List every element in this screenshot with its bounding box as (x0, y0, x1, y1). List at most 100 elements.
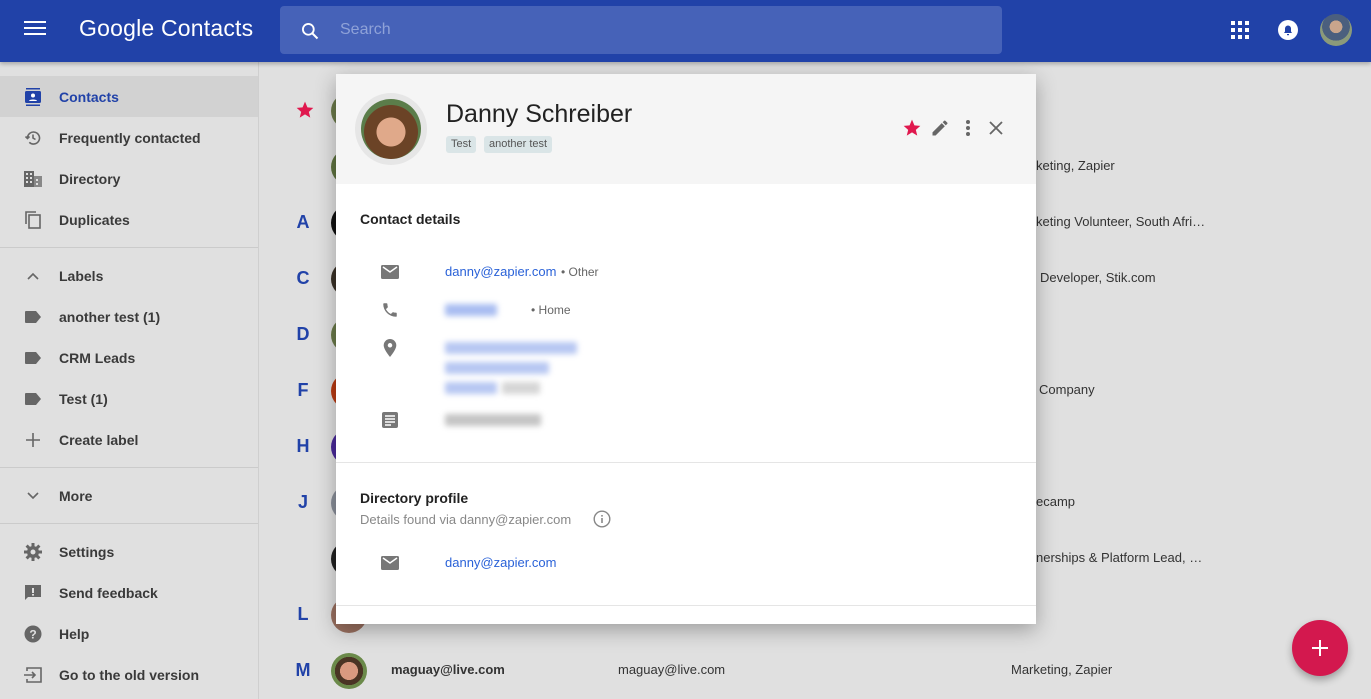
chevron-down-icon (24, 487, 42, 505)
svg-text:?: ? (29, 627, 36, 641)
sidebar-item-duplicates[interactable]: Duplicates (0, 199, 258, 240)
sidebar-item-label: More (59, 487, 93, 504)
contact-name: Danny Schreiber (446, 100, 633, 128)
chevron-up-icon (24, 267, 42, 285)
close-icon[interactable] (987, 118, 1005, 138)
sidebar-item-label: Go to the old version (59, 666, 200, 683)
phone-number-redacted[interactable] (445, 304, 497, 316)
starred-section-icon (295, 100, 314, 125)
logo-product: Contacts (160, 15, 254, 41)
phone-type: • Home (531, 303, 571, 317)
avatar[interactable] (331, 653, 367, 689)
email-row (380, 262, 400, 282)
location-icon (380, 338, 400, 358)
sidebar-item-label: Duplicates (59, 211, 130, 228)
edit-icon[interactable] (930, 118, 950, 138)
job-title: keting, Zapier (1036, 158, 1115, 173)
email-type: • Other (561, 265, 599, 279)
account-avatar[interactable] (1320, 14, 1352, 46)
plus-icon (24, 431, 42, 449)
divider (0, 523, 258, 524)
divider (336, 462, 1036, 463)
section-letter: D (296, 324, 310, 344)
dialog-header: Danny Schreiber Test another test (336, 74, 1036, 184)
contact-email[interactable]: maguay@live.com (618, 662, 725, 677)
contact-detail-dialog: Danny Schreiber Test another test Contac… (336, 74, 1036, 624)
sidebar-item-old-version[interactable]: Go to the old version (0, 654, 258, 695)
info-icon[interactable] (593, 510, 611, 528)
address-row (380, 338, 400, 358)
gear-icon (24, 542, 42, 561)
label-icon (24, 349, 42, 367)
more-vert-icon[interactable] (958, 118, 978, 138)
directory-email-row (380, 553, 400, 573)
sidebar-item-send-feedback[interactable]: Send feedback (0, 572, 258, 613)
main-menu-icon[interactable] (24, 21, 46, 39)
sidebar: Contacts Frequently contacted Directory … (0, 62, 259, 699)
building-icon (24, 170, 42, 188)
email-icon (380, 262, 400, 282)
address-line-redacted[interactable] (445, 382, 497, 394)
directory-subtitle: Details found via danny@zapier.com (360, 512, 572, 527)
sidebar-item-contacts[interactable]: Contacts (0, 76, 258, 117)
sidebar-item-label: Contacts (59, 88, 119, 105)
feedback-icon (24, 584, 42, 602)
sidebar-item-label: CRM Leads (59, 349, 136, 366)
phone-icon (380, 300, 400, 320)
contact-name[interactable]: maguay@live.com (391, 662, 505, 677)
sidebar-label-another-test[interactable]: another test (1) (0, 296, 258, 337)
sidebar-item-label: Frequently contacted (59, 129, 201, 146)
divider (336, 605, 1036, 606)
section-letter: J (297, 492, 308, 512)
plus-icon (1312, 640, 1328, 656)
directory-profile-heading: Directory profile (360, 490, 469, 506)
section-letter: C (296, 268, 310, 288)
star-icon[interactable] (902, 118, 922, 138)
sidebar-item-label: Send feedback (59, 584, 158, 601)
address-type-redacted (502, 382, 540, 394)
contacts-icon (24, 87, 42, 106)
sidebar-item-label: Test (1) (59, 390, 108, 407)
section-letter: F (297, 380, 309, 400)
search-bar (280, 6, 1002, 54)
divider (0, 467, 258, 468)
job-title: Marketing, Zapier (1011, 662, 1113, 677)
create-contact-button[interactable] (1292, 620, 1348, 676)
section-letter: H (296, 436, 310, 456)
contact-details-heading: Contact details (360, 211, 461, 227)
label-chip[interactable]: Test (446, 136, 477, 153)
sidebar-item-frequently-contacted[interactable]: Frequently contacted (0, 117, 258, 158)
app-logo[interactable]: Google Contacts (79, 15, 253, 42)
sidebar-item-settings[interactable]: Settings (0, 531, 258, 572)
label-icon (24, 390, 42, 408)
notes-row (380, 410, 400, 430)
section-letter: A (296, 212, 310, 232)
search-icon[interactable] (300, 21, 320, 41)
job-title: Developer, Stik.com (1040, 270, 1156, 285)
help-icon: ? (24, 625, 42, 643)
phone-row (380, 300, 400, 320)
email-link[interactable]: danny@zapier.com (445, 264, 556, 279)
directory-email-link[interactable]: danny@zapier.com (445, 555, 556, 570)
search-input[interactable] (340, 6, 980, 54)
create-label-button[interactable]: Create label (0, 419, 258, 460)
apps-grid-icon[interactable] (1230, 20, 1250, 40)
sidebar-label-test[interactable]: Test (1) (0, 378, 258, 419)
sidebar-label-crm-leads[interactable]: CRM Leads (0, 337, 258, 378)
address-line-redacted[interactable] (445, 342, 577, 354)
notes-icon (380, 410, 400, 430)
exit-icon (24, 666, 42, 684)
sidebar-item-help[interactable]: ? Help (0, 613, 258, 654)
label-chip[interactable]: another test (484, 136, 553, 153)
logo-google: Google (79, 15, 155, 41)
sidebar-item-directory[interactable]: Directory (0, 158, 258, 199)
email-icon (380, 553, 400, 573)
address-line-redacted[interactable] (445, 362, 549, 374)
job-title: Company (1039, 382, 1095, 397)
sidebar-item-label: Create label (59, 431, 139, 448)
labels-toggle[interactable]: Labels (0, 255, 258, 296)
job-title: ecamp (1036, 494, 1076, 509)
notifications-icon[interactable] (1278, 20, 1298, 40)
more-toggle[interactable]: More (0, 475, 258, 516)
label-icon (24, 308, 42, 326)
